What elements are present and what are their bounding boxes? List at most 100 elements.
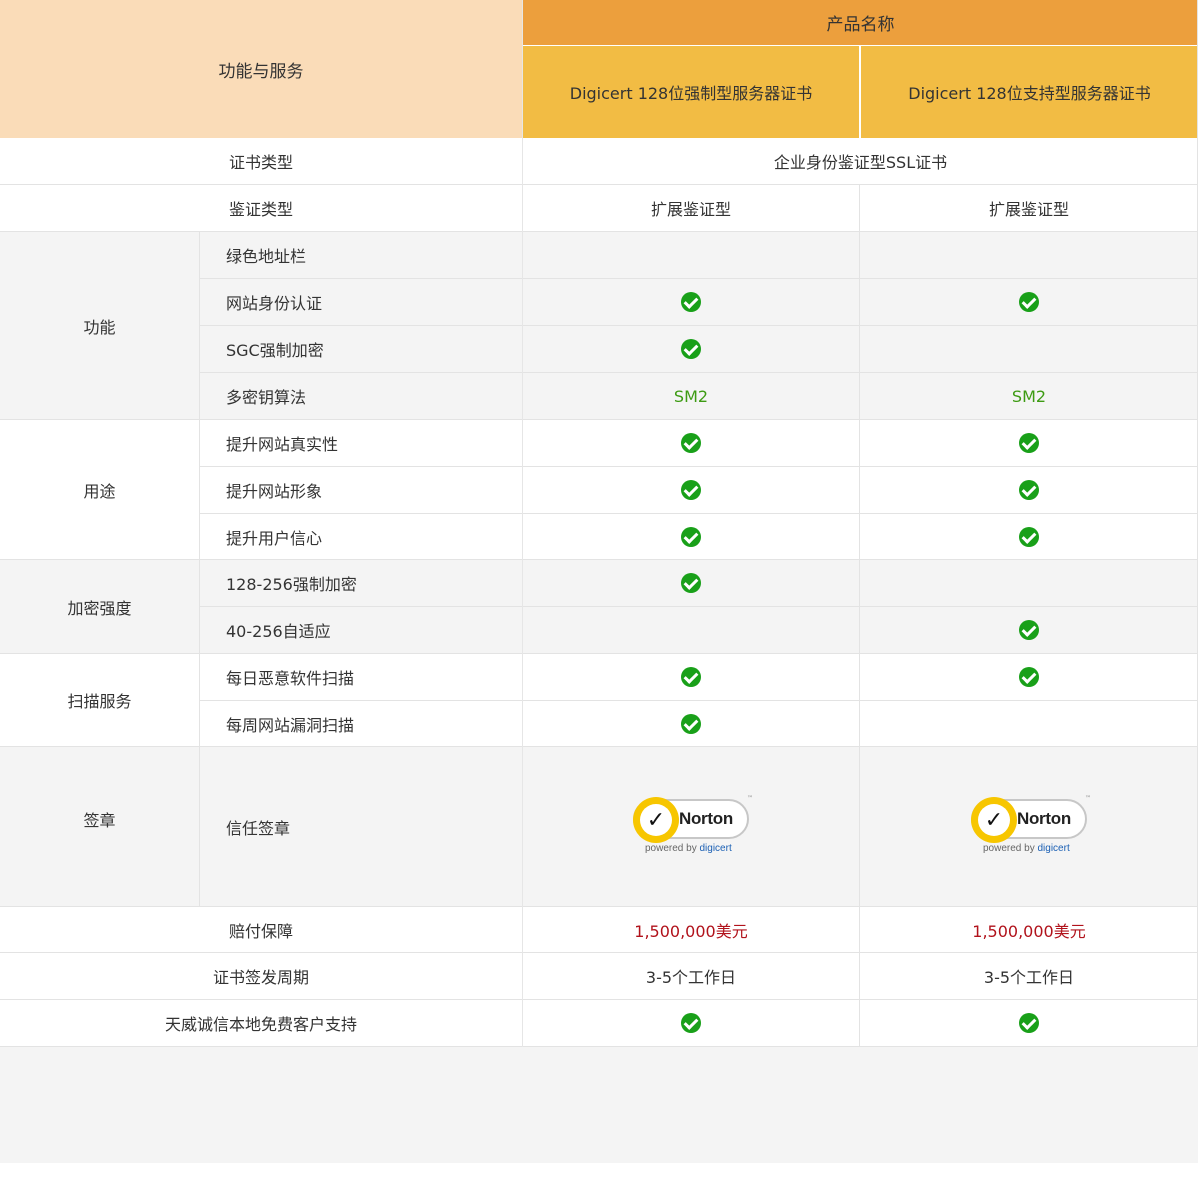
verify-type-label: 鉴证类型 <box>228 200 293 219</box>
multi-key-value-2: SM2 <box>1011 386 1047 406</box>
seal-group-cell: 签章 <box>0 747 199 907</box>
verify-type-text-2: 扩展鉴证型 <box>988 200 1069 219</box>
issue-period-value-2: 3-5个工作日 <box>983 968 1075 987</box>
check-circle-icon <box>1019 620 1039 640</box>
feature-multi-key-p2: SM2 <box>860 373 1198 420</box>
encryption-row-label: 40-256自适应 <box>200 607 522 654</box>
usage-authenticity-label: 提升网站真实性 <box>226 435 339 454</box>
usage-row-label: 提升网站形象 <box>200 467 522 514</box>
usage-trust-label: 提升用户信心 <box>226 528 323 548</box>
scan-weekly-p2 <box>860 701 1198 747</box>
warranty-label: 赔付保障 <box>228 921 293 941</box>
encryption-adaptive-p1 <box>523 607 859 654</box>
cert-type-label: 证书类型 <box>228 153 293 172</box>
check-circle-icon <box>681 667 701 687</box>
check-circle-icon <box>681 480 701 500</box>
issue-period-p1: 3-5个工作日 <box>523 953 859 1000</box>
feature-row-label: 绿色地址栏 <box>200 232 522 279</box>
header-product-1: Digicert 128位强制型服务器证书 <box>523 46 859 138</box>
verify-type-value-2: 扩展鉴证型 <box>860 185 1198 232</box>
check-circle-icon <box>681 339 701 359</box>
warranty-p2: 1,500,000美元 <box>860 907 1198 953</box>
feature-row-label: SGC强制加密 <box>200 326 522 373</box>
norton-seal-logo: ✓ Norton ™ powered by digicert <box>971 795 1091 854</box>
usage-trust-p1 <box>523 514 859 560</box>
check-circle-icon <box>1019 526 1039 547</box>
verify-type-text-1: 扩展鉴证型 <box>650 200 731 219</box>
warranty-p1: 1,500,000美元 <box>523 907 859 953</box>
scan-daily-p2 <box>860 654 1198 701</box>
header-feature-label: 功能与服务 <box>218 61 304 82</box>
check-circle-icon <box>681 433 701 453</box>
usage-row-label: 提升网站真实性 <box>200 420 522 467</box>
cert-type-value: 企业身份鉴证型SSL证书 <box>773 153 948 172</box>
scan-group-label: 扫描服务 <box>67 692 132 711</box>
feature-green-bar-p2 <box>860 232 1198 279</box>
check-circle-icon <box>681 573 701 593</box>
column-divider <box>1197 0 1198 1047</box>
check-circle-icon <box>1019 480 1039 500</box>
encryption-group-label: 加密强度 <box>67 598 132 618</box>
scan-row-label: 每日恶意软件扫描 <box>200 654 522 701</box>
issue-period-label: 证书签发周期 <box>212 968 309 987</box>
verify-type-value-1: 扩展鉴证型 <box>523 185 859 232</box>
seal-group-label: 签章 <box>83 811 116 830</box>
header-product-group: 产品名称 <box>523 0 1198 45</box>
check-circle-icon <box>681 292 701 312</box>
check-circle-icon <box>681 1013 701 1033</box>
seal-row-label: 信任签章 <box>200 747 522 907</box>
norton-check-icon: ✓ <box>633 797 679 843</box>
check-circle-icon <box>1019 433 1039 453</box>
encryption-group-cell: 加密强度 <box>0 560 199 654</box>
powered-by-text: powered by <box>983 843 1035 854</box>
feature-sgc-p2 <box>860 326 1198 373</box>
column-divider <box>199 232 200 907</box>
warranty-value-2: 1,500,000美元 <box>972 921 1086 941</box>
powered-brand-text: digicert <box>1037 843 1070 854</box>
usage-row-label: 提升用户信心 <box>200 514 522 560</box>
column-divider <box>522 0 523 1047</box>
support-label: 天威诚信本地免费客户支持 <box>164 1015 357 1034</box>
usage-image-label: 提升网站形象 <box>226 482 323 501</box>
usage-image-p1 <box>523 467 859 514</box>
encryption-row-label: 128-256强制加密 <box>200 560 522 607</box>
seal-p2: ✓ Norton ™ powered by digicert <box>860 747 1198 907</box>
features-group-cell: 功能 <box>0 232 199 420</box>
scan-group-cell: 扫描服务 <box>0 654 199 747</box>
column-divider <box>859 185 860 1047</box>
product-1-name: Digicert 128位强制型服务器证书 <box>569 84 813 103</box>
issue-period-value-1: 3-5个工作日 <box>645 968 737 987</box>
seal-p1: ✓ Norton ™ powered by digicert <box>523 747 859 907</box>
encryption-forced-p2 <box>860 560 1198 607</box>
scan-row-label: 每周网站漏洞扫描 <box>200 701 522 747</box>
check-circle-icon <box>1019 1013 1039 1033</box>
usage-image-p2 <box>860 467 1198 514</box>
usage-group-label: 用途 <box>83 481 116 501</box>
powered-by-text: powered by <box>645 843 697 854</box>
feature-sgc-label: SGC强制加密 <box>226 341 324 360</box>
norton-wordmark: Norton <box>1017 809 1071 828</box>
usage-group-cell: 用途 <box>0 420 199 560</box>
encryption-forced-p1 <box>523 560 859 607</box>
feature-row-label: 网站身份认证 <box>200 279 522 326</box>
scan-weekly-label: 每周网站漏洞扫描 <box>226 715 355 735</box>
encryption-adaptive-label: 40-256自适应 <box>226 622 331 641</box>
feature-multi-key-p1: SM2 <box>523 373 859 420</box>
check-circle-icon <box>681 526 701 547</box>
encryption-forced-label: 128-256强制加密 <box>226 575 357 594</box>
support-p2 <box>860 1000 1198 1047</box>
product-2-name: Digicert 128位支持型服务器证书 <box>908 84 1151 103</box>
norton-check-icon: ✓ <box>971 797 1017 843</box>
feature-site-auth-label: 网站身份认证 <box>226 294 323 313</box>
feature-site-auth-p1 <box>523 279 859 326</box>
bottom-blank-area <box>0 1047 1198 1163</box>
feature-green-bar-p1 <box>523 232 859 279</box>
issue-period-label-cell: 证书签发周期 <box>0 953 522 1000</box>
cert-type-label-cell: 证书类型 <box>0 138 522 185</box>
issue-period-p2: 3-5个工作日 <box>860 953 1198 1000</box>
norton-seal-logo: ✓ Norton ™ powered by digicert <box>633 795 753 854</box>
usage-trust-p2 <box>860 514 1198 560</box>
feature-row-label: 多密钥算法 <box>200 373 522 420</box>
support-label-cell: 天威诚信本地免费客户支持 <box>0 1000 522 1047</box>
header-product-group-label: 产品名称 <box>826 15 895 35</box>
